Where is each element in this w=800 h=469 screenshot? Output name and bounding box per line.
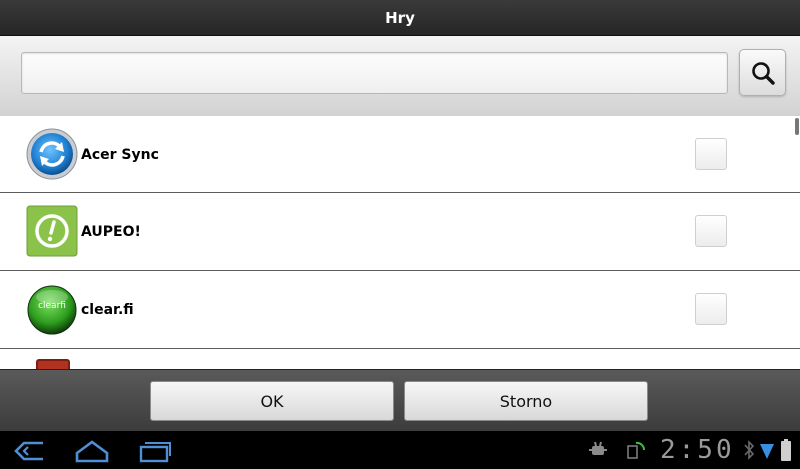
list-item[interactable] xyxy=(0,349,800,369)
app-name: Acer Sync xyxy=(81,146,159,163)
clearfi-icon: clearfi xyxy=(27,285,77,335)
ok-button[interactable]: OK xyxy=(150,381,394,421)
list-scrollbar[interactable] xyxy=(795,118,799,135)
search-bar xyxy=(0,36,800,116)
search-input[interactable] xyxy=(21,52,728,94)
dialog-title: Hry xyxy=(0,0,800,36)
clearfi-icon-text: clearfi xyxy=(38,301,66,311)
sync-icon xyxy=(627,441,646,459)
acer-sync-icon xyxy=(26,128,78,180)
home-icon[interactable] xyxy=(74,439,110,463)
app-checkbox[interactable] xyxy=(695,293,727,325)
aupeo-icon xyxy=(26,205,78,257)
app-picker-dialog: Hry Acer Sync AUPEO! clearfi clear.fi OK… xyxy=(0,0,800,469)
partial-app-icon xyxy=(36,359,70,369)
app-checkbox[interactable] xyxy=(695,215,727,247)
search-button[interactable] xyxy=(739,49,786,96)
app-list[interactable]: Acer Sync AUPEO! clearfi clear.fi xyxy=(0,116,800,369)
recent-apps-icon[interactable] xyxy=(138,439,172,463)
battery-icon xyxy=(781,439,791,461)
cancel-button[interactable]: Storno xyxy=(404,381,648,421)
list-item[interactable]: Acer Sync xyxy=(0,116,800,193)
clock: 2:50 xyxy=(660,435,735,465)
bluetooth-icon xyxy=(744,440,755,460)
dialog-button-bar: OK Storno xyxy=(0,369,800,431)
app-checkbox[interactable] xyxy=(695,138,727,170)
system-bar: 2:50 xyxy=(0,431,800,469)
list-item[interactable]: clearfi clear.fi xyxy=(0,271,800,349)
back-icon[interactable] xyxy=(12,440,46,462)
app-name: clear.fi xyxy=(81,301,134,318)
wifi-icon xyxy=(760,444,774,459)
usb-debug-icon xyxy=(589,441,607,455)
app-name: AUPEO! xyxy=(81,223,141,240)
list-item[interactable]: AUPEO! xyxy=(0,193,800,271)
search-icon xyxy=(751,61,775,85)
